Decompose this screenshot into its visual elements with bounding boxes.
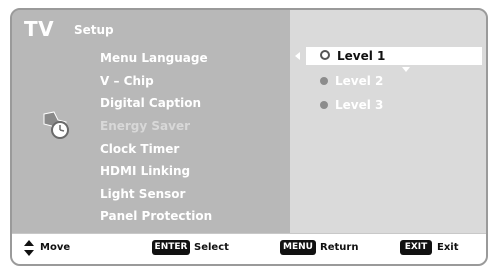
option-level-2[interactable]: Level 2 xyxy=(320,74,383,88)
radio-icon xyxy=(320,77,328,85)
option-level-3[interactable]: Level 3 xyxy=(320,98,383,112)
option-highlight[interactable]: Level 1 xyxy=(306,47,482,65)
up-down-arrow-icon xyxy=(24,240,34,256)
tv-osd-window: TV Setup Menu Language V – Chip Digital … xyxy=(10,8,488,266)
radio-selected-icon xyxy=(320,50,330,60)
help-bar: Move ENTER Select MENU Return EXIT Exit xyxy=(12,233,486,264)
return-hint: Return xyxy=(320,242,359,253)
menu-panel: TV Setup Menu Language V – Chip Digital … xyxy=(12,10,290,233)
menu-key-icon: MENU xyxy=(280,240,316,255)
left-arrow-icon xyxy=(295,52,300,60)
enter-key-icon: ENTER xyxy=(152,240,190,255)
menu-item-menu-language[interactable]: Menu Language xyxy=(100,51,208,65)
menu-item-panel-protection[interactable]: Panel Protection xyxy=(100,209,212,223)
menu-item-clock-timer[interactable]: Clock Timer xyxy=(100,142,179,156)
option-label: Level 2 xyxy=(335,74,384,88)
options-panel: Level 1 Level 2 Level 3 xyxy=(290,10,486,233)
down-arrow-icon xyxy=(402,67,410,72)
option-label: Level 3 xyxy=(335,98,384,112)
menu-item-energy-saver[interactable]: Energy Saver xyxy=(100,119,190,133)
menu-item-hdmi-linking[interactable]: HDMI Linking xyxy=(100,164,190,178)
option-level-1[interactable]: Level 1 xyxy=(320,49,385,63)
select-hint: Select xyxy=(194,242,229,253)
radio-icon xyxy=(320,101,328,109)
exit-key-icon: EXIT xyxy=(400,240,432,255)
exit-hint: Exit xyxy=(437,242,459,253)
move-hint: Move xyxy=(40,242,71,253)
menu-item-light-sensor[interactable]: Light Sensor xyxy=(100,187,185,201)
gear-clock-icon xyxy=(43,111,69,139)
tv-title: TV xyxy=(24,17,55,41)
section-title: Setup xyxy=(74,23,114,37)
option-label: Level 1 xyxy=(337,49,386,63)
menu-item-digital-caption[interactable]: Digital Caption xyxy=(100,96,201,110)
menu-item-v-chip[interactable]: V – Chip xyxy=(100,74,154,88)
